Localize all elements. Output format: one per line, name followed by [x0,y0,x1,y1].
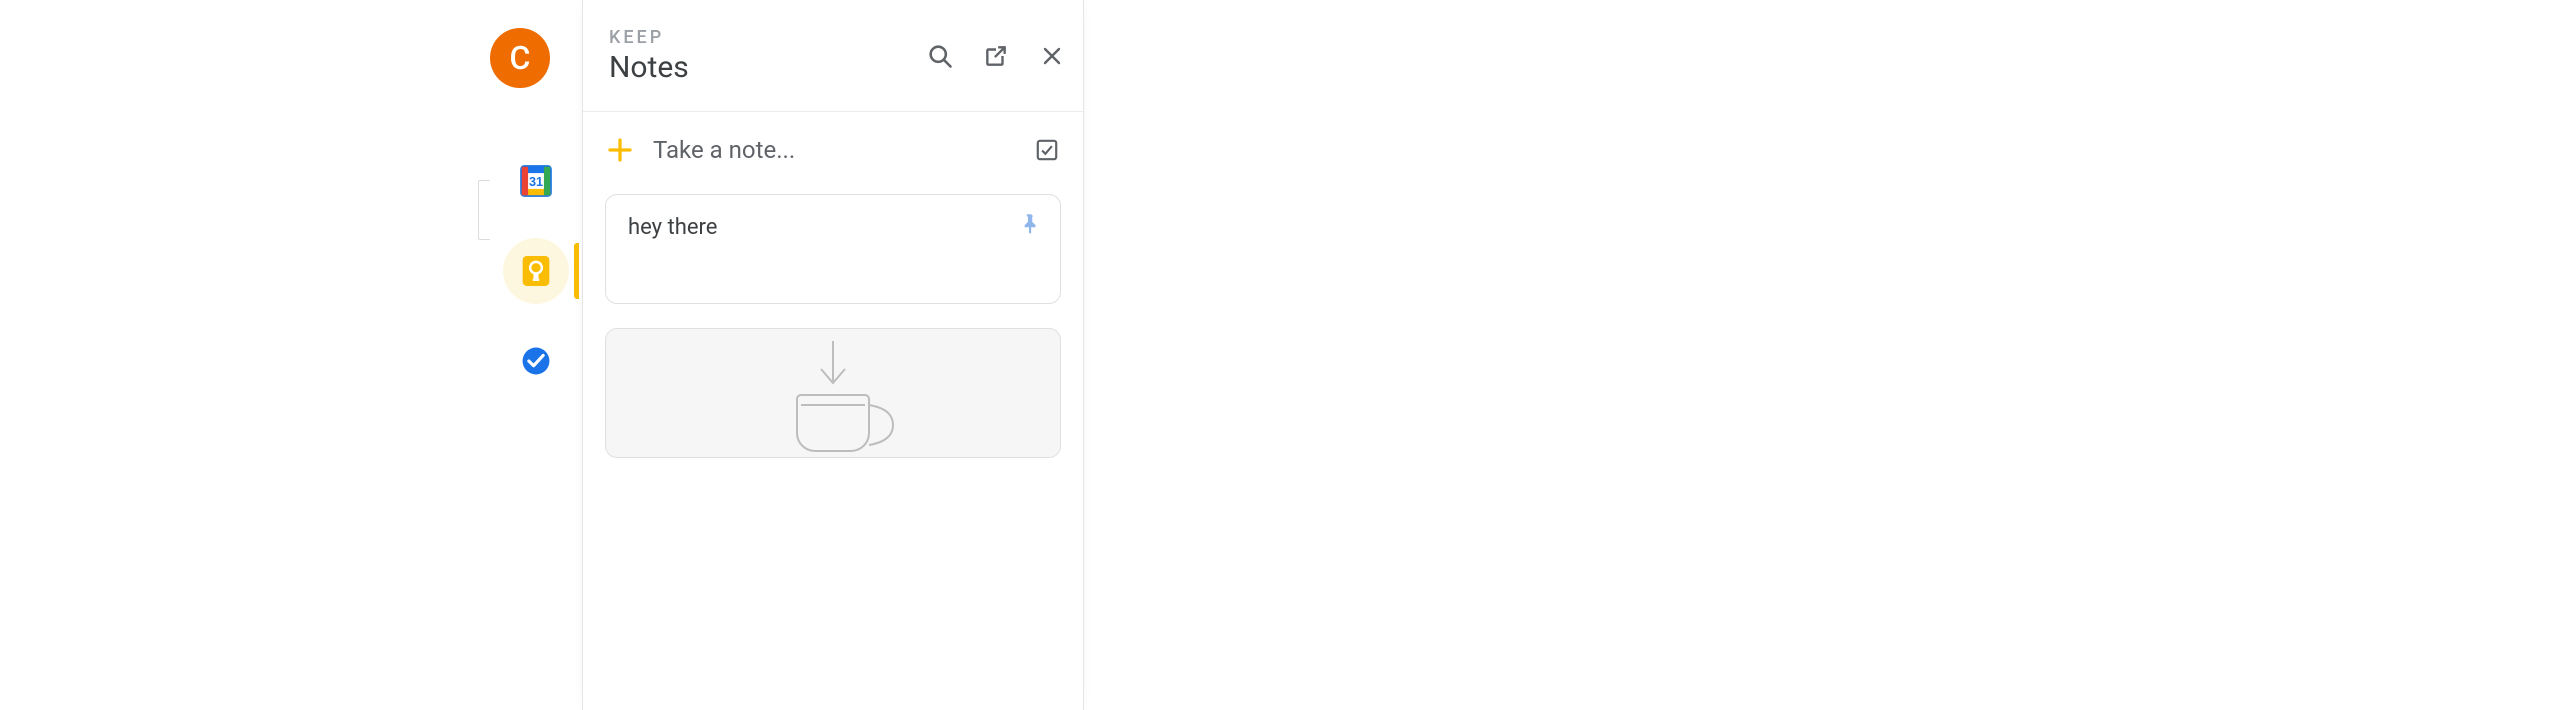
document-edge [478,180,490,240]
keep-panel: KEEP Notes [582,0,1084,710]
pin-icon[interactable] [1016,211,1042,237]
compose-placeholder: Take a note... [653,136,1033,164]
rail-item-keep[interactable] [494,226,578,316]
plus-icon [605,135,635,165]
panel-eyebrow: KEEP [609,27,689,48]
panel-title: Notes [609,50,689,85]
close-icon[interactable] [1037,41,1067,71]
svg-text:31: 31 [529,175,543,189]
side-panel-rail: 31 [494,112,578,710]
compose-row[interactable]: Take a note... [583,112,1083,188]
open-in-new-icon[interactable] [981,41,1011,71]
calendar-icon: 31 [516,161,556,201]
panel-header: KEEP Notes [583,0,1083,112]
notes-list: hey there [583,188,1083,458]
drawing-preview [723,333,943,458]
panel-header-actions [925,41,1067,71]
note-card[interactable]: hey there [605,194,1061,304]
rail-active-indicator [574,243,579,299]
search-icon[interactable] [925,41,955,71]
tasks-icon [516,341,556,381]
avatar-letter: C [510,39,531,77]
avatar[interactable]: C [490,28,550,88]
note-card-drawing[interactable] [605,328,1061,458]
rail-item-tasks[interactable] [494,316,578,406]
new-list-icon[interactable] [1033,136,1061,164]
keep-icon [516,251,556,291]
note-text: hey there [628,215,717,240]
rail-item-calendar[interactable]: 31 [494,136,578,226]
